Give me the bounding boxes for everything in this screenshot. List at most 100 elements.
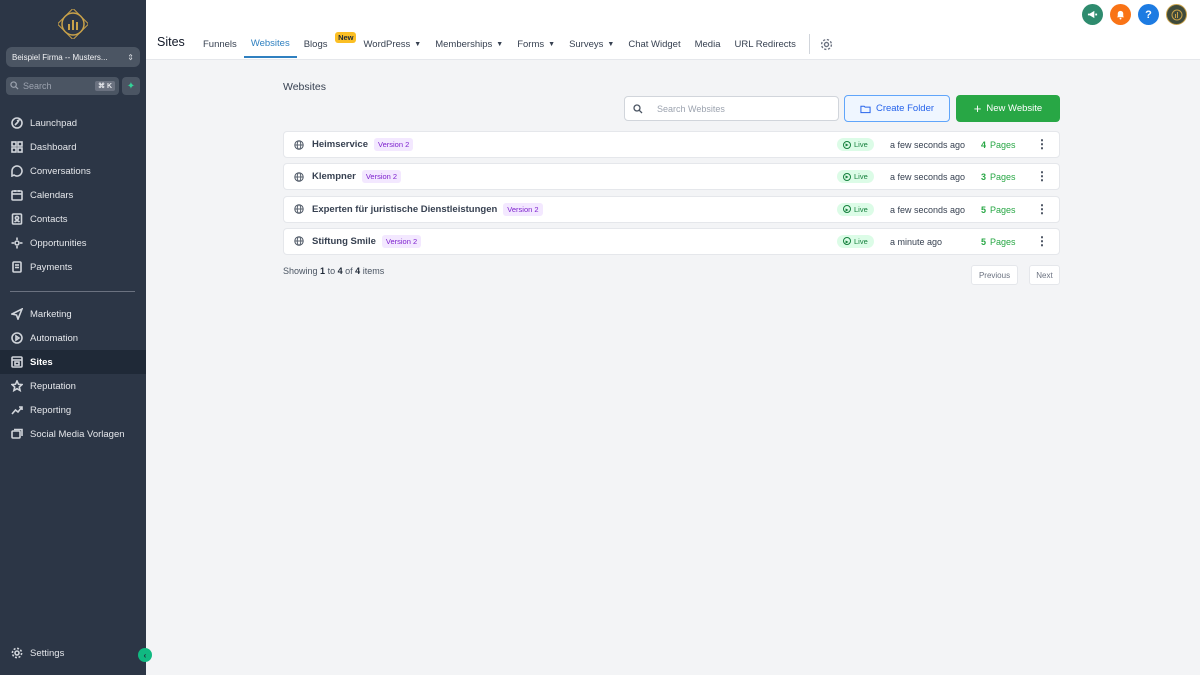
tab-memberships[interactable]: Memberships ▼ [428,30,510,58]
sidebar-search-placeholder: Search [23,81,52,91]
sidebar-item-launchpad[interactable]: Launchpad [0,111,146,135]
new-website-button[interactable]: + New Website [956,95,1060,122]
website-name[interactable]: Stiftung Smile [312,236,376,247]
tab-url-redirects[interactable]: URL Redirects [727,30,802,58]
showing-suffix: items [362,266,385,276]
tab-media[interactable]: Media [688,30,728,58]
chevron-updown-icon: ⇕ [127,52,134,62]
showing-from: 1 [320,266,326,276]
globe-icon [294,204,304,214]
sidebar-item-marketing[interactable]: Marketing [0,302,146,326]
tab-wordpress[interactable]: WordPress ▼ [356,30,428,58]
sidebar-item-reporting[interactable]: Reporting [0,398,146,422]
more-options-icon[interactable]: ⋮ [1036,137,1048,151]
website-search[interactable] [624,96,839,121]
search-input[interactable] [657,103,817,114]
website-name[interactable]: Heimservice [312,139,368,150]
sidebar-item-dashboard[interactable]: Dashboard [0,135,146,159]
more-options-icon[interactable]: ⋮ [1036,234,1048,248]
ai-sparkle-button[interactable]: ✦ [122,77,140,95]
account-switcher[interactable]: Beispiel Firma -- Musters... ⇕ [6,47,140,67]
showing-to-word: to [327,266,336,276]
status-label: Live [854,140,868,149]
sidebar-item-calendars[interactable]: Calendars [0,183,146,207]
pages-link[interactable]: 5 Pages [981,205,1016,215]
help-button[interactable]: ? [1138,4,1159,25]
search-icon [10,80,19,92]
website-row[interactable]: Heimservice Version 2 ▶ Live a few second… [283,131,1060,158]
chevron-down-icon: ▼ [414,40,422,48]
website-row[interactable]: Klempner Version 2 ▶ Live a few seconds a… [283,163,1060,191]
calendar-icon [11,190,23,201]
tab-label: URL Redirects [734,38,796,50]
tab-label: Forms [517,38,545,50]
website-name[interactable]: Experten für juristische Dienstleistunge… [312,204,497,215]
pages-link[interactable]: 3 Pages [981,172,1016,182]
tab-websites[interactable]: Websites [243,30,297,58]
search-icon [633,103,643,113]
sidebar: Beispiel Firma -- Musters... ⇕ Search ⌘ … [0,0,146,675]
sidebar-item-label: Conversations [30,165,91,177]
tab-funnels[interactable]: Funnels [196,30,244,58]
rocket-icon [11,117,23,129]
collapse-sidebar-button[interactable]: ‹ [138,648,152,662]
sidebar-item-settings[interactable]: Settings [0,641,146,665]
sidebar-item-automation[interactable]: Automation [0,326,146,350]
more-options-icon[interactable]: ⋮ [1036,169,1048,183]
previous-page-button[interactable]: Previous [971,265,1018,285]
sidebar-item-label: Marketing [30,308,72,320]
tab-blogs[interactable]: Blogs New [297,30,357,58]
next-page-button[interactable]: Next [1029,265,1060,285]
pages-label: Pages [990,172,1016,183]
opportunities-icon [11,237,23,249]
website-name[interactable]: Klempner [312,171,356,182]
page-title: Sites [157,35,185,49]
announcements-button[interactable] [1082,4,1103,25]
sidebar-item-sites[interactable]: Sites [0,350,146,374]
sidebar-item-conversations[interactable]: Conversations [0,159,146,183]
updated-time: a few seconds ago [890,172,966,183]
notifications-button[interactable] [1110,4,1131,25]
showing-of-word: of [345,266,353,276]
sidebar-item-payments[interactable]: Payments [0,255,146,279]
pages-count: 5 [981,204,987,215]
sidebar-item-label: Social Media Vorlagen [30,428,125,440]
website-row[interactable]: Experten für juristische Dienstleistunge… [283,195,1060,223]
account-name: Beispiel Firma -- Musters... [12,52,108,62]
sidebar-item-opportunities[interactable]: Opportunities [0,231,146,255]
website-list: Heimservice Version 2 ▶ Live a few second… [283,131,1060,260]
tab-surveys[interactable]: Surveys ▼ [562,30,621,58]
pages-link[interactable]: 4 Pages [981,140,1016,150]
website-row[interactable]: Stiftung Smile Version 2 ▶ Live a minute … [283,227,1060,255]
sidebar-search[interactable]: Search ⌘ K [6,77,119,95]
sidebar-item-label: Contacts [30,213,68,225]
sites-settings-button[interactable] [816,30,837,58]
tab-forms[interactable]: Forms ▼ [510,30,562,58]
sidebar-item-social-media[interactable]: Social Media Vorlagen [0,422,146,446]
contacts-icon [11,213,23,225]
tab-label: Media [694,38,721,50]
showing-to: 4 [337,266,343,276]
sidebar-item-label: Reputation [30,380,76,392]
tab-chat-widget[interactable]: Chat Widget [621,30,687,58]
sidebar-item-contacts[interactable]: Contacts [0,207,146,231]
pages-label: Pages [990,204,1016,215]
user-avatar[interactable] [1166,4,1187,25]
showing-prefix: Showing [283,266,318,276]
version-badge: Version 2 [381,234,422,248]
star-icon [11,380,23,392]
sidebar-item-label: Opportunities [30,237,87,249]
social-icon [11,428,23,439]
create-folder-button[interactable]: Create Folder [844,95,950,122]
updated-time: a few seconds ago [890,140,966,150]
play-icon: ▶ [843,205,851,214]
pages-link[interactable]: 5 Pages [981,237,1016,247]
updated-time: a few seconds ago [890,204,966,215]
sidebar-item-reputation[interactable]: Reputation [0,374,146,398]
more-options-icon[interactable]: ⋮ [1036,202,1048,216]
new-website-label: New Website [986,103,1043,114]
showing-total: 4 [355,266,361,276]
bell-icon [1116,10,1125,20]
sidebar-divider [10,291,135,292]
version-badge: Version 2 [361,170,402,184]
